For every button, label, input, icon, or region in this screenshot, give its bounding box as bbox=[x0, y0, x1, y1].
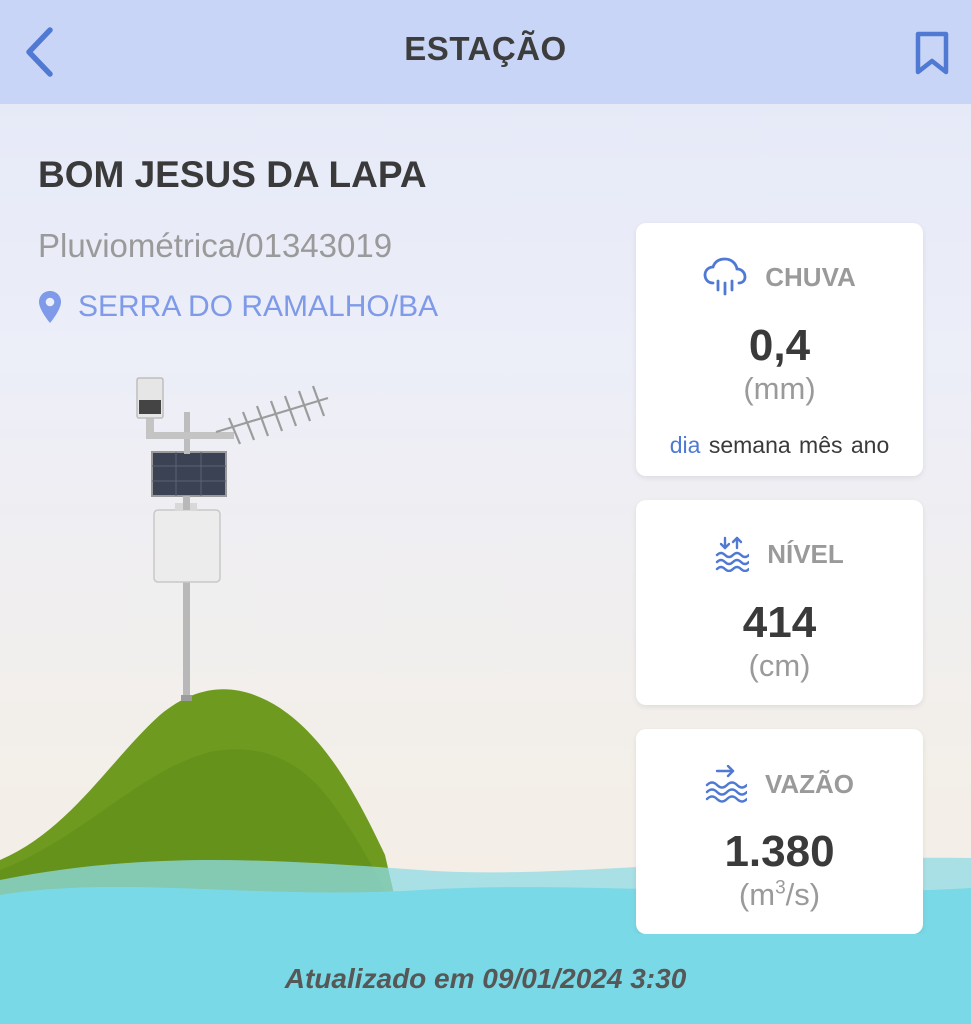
flow-unit-suffix: /s) bbox=[785, 877, 821, 912]
level-label: NÍVEL bbox=[767, 538, 844, 569]
location-label: SERRA DO RAMALHO/BA bbox=[78, 290, 439, 323]
footer-bar: Atualizado em 09/01/2024 3:30 bbox=[0, 934, 971, 1024]
flow-unit: (m3/s) bbox=[636, 877, 923, 913]
level-card[interactable]: NÍVEL 414 (cm) bbox=[636, 500, 923, 705]
period-day[interactable]: dia bbox=[670, 432, 701, 458]
rain-card[interactable]: CHUVA 0,4 (mm) dia semana mês ano bbox=[636, 223, 923, 476]
water-level-icon bbox=[716, 536, 750, 572]
flow-value: 1.380 bbox=[724, 827, 835, 876]
flow-unit-exponent: 3 bbox=[775, 877, 786, 899]
rain-cloud-icon bbox=[703, 257, 747, 296]
rain-card-header: CHUVA bbox=[636, 257, 923, 297]
flow-unit-prefix: (m bbox=[738, 877, 776, 912]
rain-value: 0,4 bbox=[748, 321, 811, 370]
station-location: SERRA DO RAMALHO/BA bbox=[38, 290, 438, 324]
rain-label: CHUVA bbox=[765, 261, 856, 292]
flow-card-header: VAZÃO bbox=[636, 765, 923, 803]
station-name: BOM JESUS DA LAPA bbox=[38, 154, 427, 195]
period-month[interactable]: mês bbox=[799, 432, 842, 458]
page-title: ESTAÇÃO bbox=[404, 30, 567, 67]
period-week[interactable]: semana bbox=[709, 432, 791, 458]
rain-period-selector: dia semana mês ano bbox=[636, 432, 923, 459]
level-value: 414 bbox=[742, 598, 817, 647]
rain-unit: (mm) bbox=[743, 371, 816, 406]
bookmark-icon bbox=[915, 31, 949, 75]
location-pin-icon bbox=[39, 291, 61, 323]
flow-label: VAZÃO bbox=[764, 768, 855, 799]
bookmark-button[interactable] bbox=[911, 26, 953, 80]
level-card-header: NÍVEL bbox=[636, 536, 923, 572]
solar-panel bbox=[151, 451, 227, 497]
station-type-code: Pluviométrica/01343019 bbox=[38, 227, 393, 264]
last-updated-text: Atualizado em 09/01/2024 3:30 bbox=[284, 963, 687, 994]
flow-card[interactable]: VAZÃO 1.380 (m3/s) bbox=[636, 729, 923, 934]
station-box bbox=[153, 509, 221, 583]
level-unit: (cm) bbox=[748, 648, 811, 683]
water-flow-icon bbox=[705, 765, 747, 803]
period-year[interactable]: ano bbox=[851, 432, 889, 458]
app-header: ESTAÇÃO bbox=[0, 0, 971, 104]
